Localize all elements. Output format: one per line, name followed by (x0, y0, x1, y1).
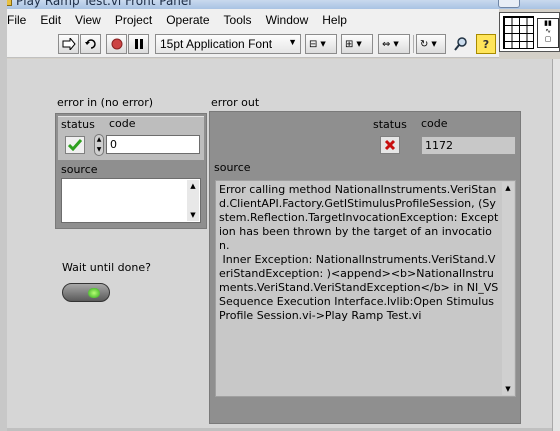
error-in-source-label: source (61, 163, 98, 176)
run-continuously-icon[interactable] (80, 34, 101, 54)
error-in-code-label: code (109, 117, 136, 130)
panel-vertical-scrollbar[interactable] (552, 59, 560, 431)
scrollbar[interactable]: ▲ ▼ (502, 182, 514, 395)
menu-bar: File Edit View Project Operate Tools Win… (0, 9, 499, 30)
reorder-icon[interactable]: ↻ ▼ (416, 34, 446, 54)
abort-icon[interactable] (106, 34, 127, 54)
wait-until-done-label: Wait until done? (62, 261, 151, 274)
error-in-cluster: status code ▲ ▼ 0 source ▲ ▼ (55, 113, 207, 229)
connector-grid-icon (503, 16, 534, 49)
menu-operate[interactable]: Operate (159, 13, 216, 27)
error-in-status-checkbox[interactable] (65, 136, 85, 154)
menu-view[interactable]: View (68, 13, 108, 27)
distribute-objects-icon[interactable]: ⊞ ▼ (341, 34, 373, 54)
search-icon[interactable] (449, 34, 473, 54)
vi-icon-graphic: ▮▮ ∿ ▢ (537, 18, 559, 48)
minimize-button[interactable] (498, 0, 520, 8)
error-out-code-field: 1172 (421, 136, 516, 155)
menu-help[interactable]: Help (315, 13, 354, 27)
font-selector[interactable]: 15pt Application Font ▼ (155, 34, 301, 54)
window-frame (0, 0, 7, 431)
resize-objects-icon[interactable]: ⇔ ▼ (378, 34, 410, 54)
title-bar: Play Ramp Test.vi Front Panel (0, 0, 560, 9)
menu-project[interactable]: Project (108, 13, 159, 27)
error-out-code-label: code (421, 117, 448, 130)
front-panel: error in (no error) status code ▲ ▼ 0 sou… (7, 59, 552, 431)
checkmark-icon (68, 139, 82, 151)
run-arrow-icon[interactable] (58, 34, 79, 54)
error-in-status-label: status (61, 118, 95, 131)
menu-window[interactable]: Window (259, 13, 316, 27)
error-out-source-label: source (214, 161, 251, 174)
error-out-status-indicator (380, 136, 400, 154)
scrollbar[interactable]: ▲ ▼ (187, 180, 199, 221)
error-in-source-field[interactable]: ▲ ▼ (61, 178, 201, 223)
error-out-cluster: status code 1172 source Error calling me… (209, 111, 521, 424)
font-selector-value: 15pt Application Font (160, 37, 273, 51)
menu-edit[interactable]: Edit (33, 13, 68, 27)
window-title: Play Ramp Test.vi Front Panel (16, 0, 192, 8)
error-out-source-field: Error calling method NationalInstruments… (215, 180, 516, 397)
pause-icon[interactable] (128, 34, 149, 54)
error-out-status-label: status (373, 118, 407, 131)
align-objects-icon[interactable]: ⊟ ▼ (305, 34, 337, 54)
error-in-code-field[interactable]: 0 (106, 135, 200, 154)
help-icon[interactable]: ? (476, 34, 496, 54)
error-x-icon (384, 139, 396, 151)
toolbar: 15pt Application Font ▼ ⊟ ▼ ⊞ ▼ ⇔ ▼ ↻ ▼ ? (0, 30, 499, 58)
toolbar-separator (413, 35, 414, 53)
connector-pane[interactable]: ▮▮ ∿ ▢ (499, 12, 560, 52)
error-out-source-text: Error calling method NationalInstruments… (219, 183, 499, 322)
code-increment-decrement[interactable]: ▲ ▼ (94, 134, 104, 156)
error-in-label: error in (no error) (57, 96, 154, 109)
chevron-down-icon: ▼ (288, 37, 297, 47)
error-out-label: error out (211, 96, 260, 109)
menu-tools[interactable]: Tools (217, 13, 259, 27)
wait-until-done-button[interactable] (62, 283, 110, 302)
led-indicator (88, 288, 100, 298)
